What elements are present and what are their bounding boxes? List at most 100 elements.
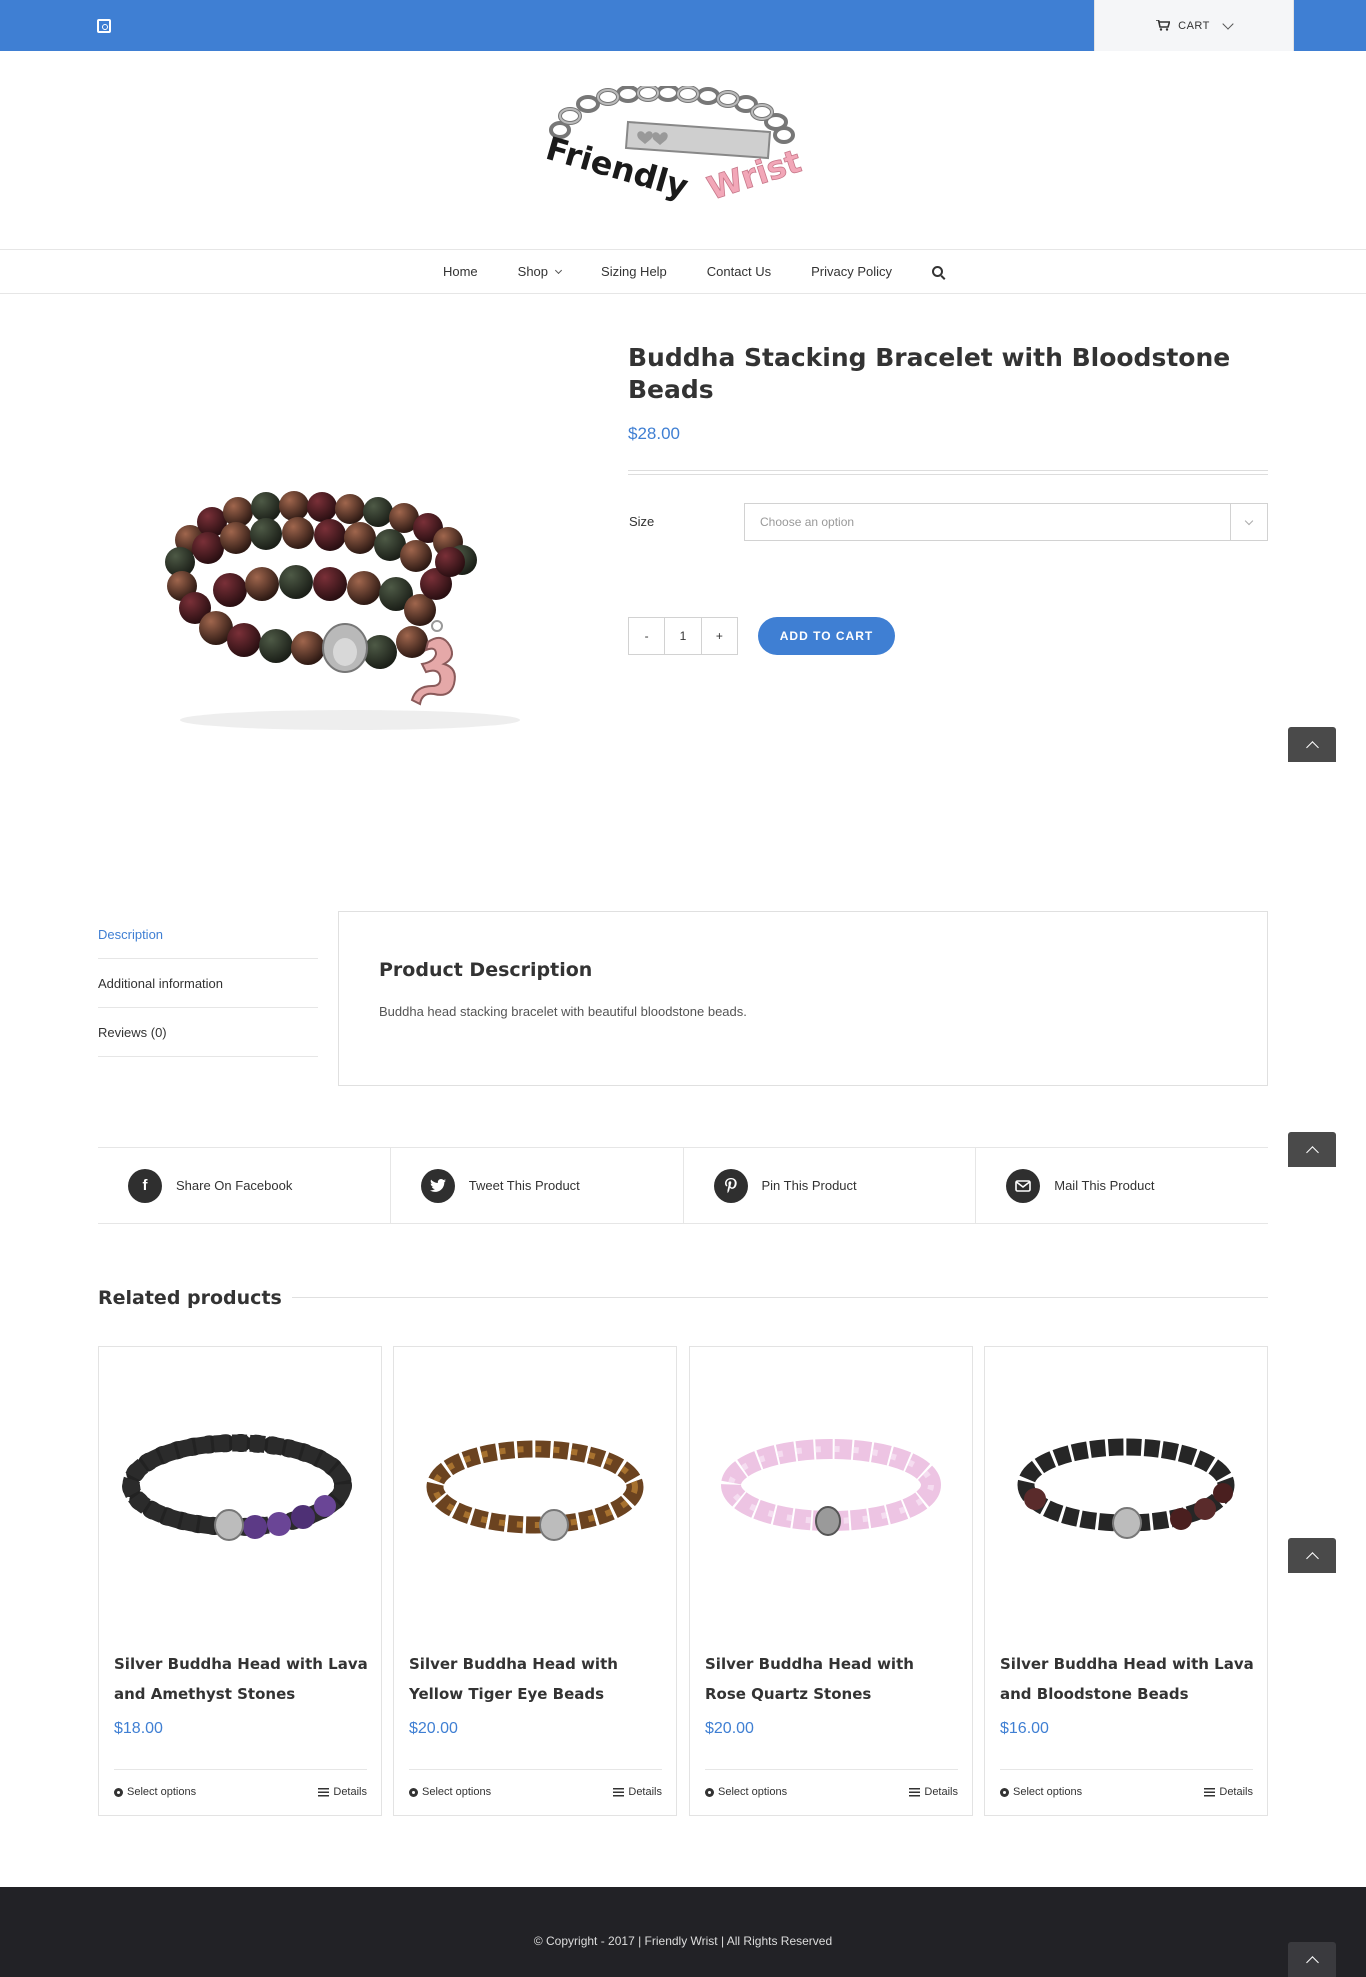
product-card-name[interactable]: Silver Buddha Head with Yellow Tiger Eye… bbox=[409, 1649, 664, 1709]
nav-label: Sizing Help bbox=[601, 264, 667, 279]
list-icon bbox=[909, 1787, 921, 1797]
product-card[interactable]: Silver Buddha Head with Lava and Bloodst… bbox=[984, 1346, 1268, 1816]
cart-label: CART bbox=[1178, 19, 1210, 32]
gear-icon bbox=[1000, 1787, 1009, 1797]
size-select-placeholder: Choose an option bbox=[760, 515, 855, 529]
product-card-footer: Select options Details bbox=[705, 1769, 958, 1814]
product-tabs: Description Additional information Revie… bbox=[98, 910, 318, 1057]
pinterest-icon bbox=[713, 1168, 748, 1203]
list-icon bbox=[1204, 1787, 1216, 1797]
select-options-label: Select options bbox=[718, 1786, 788, 1798]
product-card-footer: Select options Details bbox=[409, 1769, 662, 1814]
related-products-title: Related products bbox=[98, 1287, 292, 1309]
share-label: Mail This Product bbox=[1054, 1178, 1155, 1193]
product-card-image[interactable] bbox=[700, 1407, 962, 1557]
nav-item-contact-us[interactable]: Contact Us bbox=[707, 264, 771, 279]
select-options-button[interactable]: Select options bbox=[114, 1786, 196, 1798]
cart-button[interactable]: CART bbox=[1094, 0, 1294, 51]
panel-title: Product Description bbox=[379, 959, 593, 981]
instagram-icon[interactable] bbox=[97, 19, 111, 33]
divider bbox=[628, 470, 1268, 475]
select-options-label: Select options bbox=[127, 1786, 197, 1798]
product-card-image[interactable] bbox=[995, 1407, 1257, 1557]
details-button[interactable]: Details bbox=[318, 1786, 367, 1798]
product-title: Buddha Stacking Bracelet with Bloodstone… bbox=[628, 343, 1231, 404]
product-card-name[interactable]: Silver Buddha Head with Lava and Amethys… bbox=[114, 1649, 369, 1709]
gear-icon bbox=[114, 1787, 123, 1797]
product-card-name[interactable]: Silver Buddha Head with Lava and Bloodst… bbox=[1000, 1649, 1255, 1709]
share-facebook-button[interactable]: f Share On Facebook bbox=[98, 1148, 391, 1223]
share-label: Pin This Product bbox=[761, 1178, 857, 1193]
tab-panel-description: Product Description Buddha head stacking… bbox=[338, 911, 1268, 1086]
product-card-price: $20.00 bbox=[705, 1720, 754, 1737]
main-nav: Home Shop Sizing Help Contact Us Privacy… bbox=[0, 249, 1366, 294]
mail-icon bbox=[1006, 1168, 1041, 1203]
facebook-icon: f bbox=[128, 1168, 162, 1203]
add-to-cart-button[interactable]: ADD TO CART bbox=[758, 617, 895, 655]
site-logo[interactable]: Friendly Wrist bbox=[540, 84, 826, 216]
chevron-down-icon bbox=[1244, 516, 1254, 525]
qty-increase-button[interactable]: + bbox=[702, 618, 737, 654]
nav-label: Privacy Policy bbox=[811, 264, 893, 279]
size-select[interactable]: Choose an option bbox=[744, 503, 1268, 541]
product-card[interactable]: Silver Buddha Head with Yellow Tiger Eye… bbox=[393, 1346, 677, 1816]
product-card-image[interactable] bbox=[404, 1407, 666, 1557]
nav-label: Home bbox=[442, 264, 478, 279]
chevron-down-icon bbox=[554, 266, 563, 274]
back-to-top-button[interactable] bbox=[1288, 1538, 1336, 1573]
back-to-top-button[interactable] bbox=[1288, 1132, 1336, 1167]
product-card-footer: Select options Details bbox=[1000, 1769, 1253, 1814]
nav-item-shop[interactable]: Shop bbox=[517, 264, 563, 279]
copyright-text: © Copyright - 2017 | Friendly Wrist | Al… bbox=[533, 1934, 833, 1948]
select-options-button[interactable]: Select options bbox=[1000, 1786, 1082, 1798]
product-card-name[interactable]: Silver Buddha Head with Rose Quartz Ston… bbox=[705, 1649, 960, 1709]
dropdown-toggle[interactable] bbox=[1230, 504, 1267, 540]
nav-item-privacy-policy[interactable]: Privacy Policy bbox=[811, 264, 892, 279]
details-button[interactable]: Details bbox=[613, 1786, 662, 1798]
nav-item-home[interactable]: Home bbox=[443, 264, 478, 279]
nav-item-sizing-help[interactable]: Sizing Help bbox=[601, 264, 667, 279]
share-pinterest-button[interactable]: Pin This Product bbox=[684, 1148, 977, 1223]
product-image[interactable] bbox=[150, 480, 550, 750]
details-button[interactable]: Details bbox=[1204, 1786, 1253, 1798]
tab-additional-information[interactable]: Additional information bbox=[98, 959, 318, 1008]
share-mail-button[interactable]: Mail This Product bbox=[976, 1148, 1268, 1223]
details-button[interactable]: Details bbox=[909, 1786, 958, 1798]
chevron-up-icon bbox=[1305, 1551, 1319, 1565]
chevron-down-icon bbox=[1222, 17, 1234, 30]
product-card-image[interactable] bbox=[109, 1407, 371, 1557]
share-bar: f Share On Facebook Tweet This Product P… bbox=[98, 1147, 1268, 1224]
product-card[interactable]: Silver Buddha Head with Lava and Amethys… bbox=[98, 1346, 382, 1816]
details-label: Details bbox=[333, 1786, 367, 1798]
nav-label: Shop bbox=[517, 264, 549, 279]
size-label: Size bbox=[629, 514, 655, 529]
share-twitter-button[interactable]: Tweet This Product bbox=[391, 1148, 684, 1223]
chevron-up-icon bbox=[1305, 1145, 1319, 1159]
gear-icon bbox=[705, 1787, 714, 1797]
cart-icon bbox=[1156, 20, 1171, 31]
product-card-price: $20.00 bbox=[409, 1720, 458, 1737]
gear-icon bbox=[409, 1787, 418, 1797]
tab-reviews[interactable]: Reviews (0) bbox=[98, 1008, 318, 1057]
panel-text: Buddha head stacking bracelet with beaut… bbox=[379, 1004, 747, 1019]
top-bar: CART bbox=[0, 0, 1366, 51]
product-price: $28.00 bbox=[628, 424, 680, 443]
qty-input[interactable]: 1 bbox=[664, 618, 702, 654]
tab-description[interactable]: Description bbox=[98, 910, 318, 959]
product-card[interactable]: Silver Buddha Head with Rose Quartz Ston… bbox=[689, 1346, 973, 1816]
select-options-button[interactable]: Select options bbox=[409, 1786, 491, 1798]
back-to-top-button[interactable] bbox=[1288, 1942, 1336, 1977]
search-icon[interactable] bbox=[932, 266, 944, 277]
select-options-button[interactable]: Select options bbox=[705, 1786, 787, 1798]
details-label: Details bbox=[924, 1786, 958, 1798]
share-label: Share On Facebook bbox=[176, 1178, 293, 1193]
back-to-top-button[interactable] bbox=[1288, 727, 1336, 762]
list-icon bbox=[613, 1787, 625, 1797]
product-card-footer: Select options Details bbox=[114, 1769, 367, 1814]
divider bbox=[275, 1297, 1268, 1298]
quantity-stepper: - 1 + bbox=[628, 617, 738, 655]
footer: © Copyright - 2017 | Friendly Wrist | Al… bbox=[0, 1887, 1366, 1977]
list-icon bbox=[318, 1787, 330, 1797]
twitter-icon bbox=[420, 1168, 455, 1203]
qty-decrease-button[interactable]: - bbox=[629, 618, 664, 654]
